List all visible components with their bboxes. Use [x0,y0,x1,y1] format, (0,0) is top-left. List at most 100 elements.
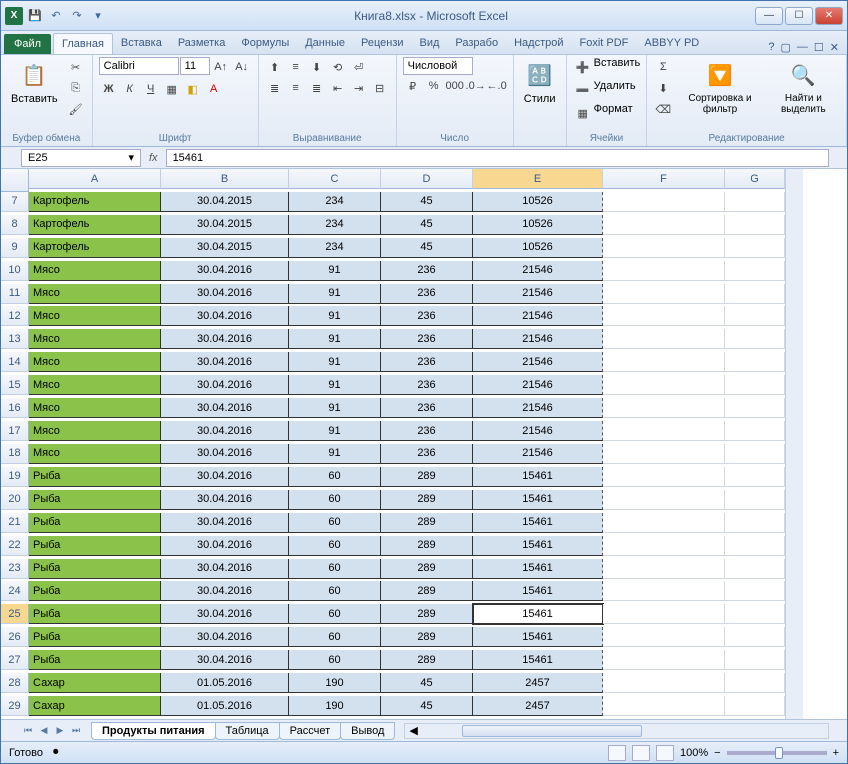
select-all-corner[interactable] [1,169,29,192]
sort-filter-button[interactable]: 🔽 Сортировка и фильтр [677,57,762,117]
find-select-button[interactable]: 🔍 Найти и выделить [767,57,840,117]
cell-B25[interactable]: 30.04.2016 [161,604,289,624]
cell-E20[interactable]: 15461 [473,490,603,510]
cell-C11[interactable]: 91 [289,284,381,304]
col-head-B[interactable]: B [161,169,289,189]
cell-A23[interactable]: Рыба [29,559,161,579]
cell-D28[interactable]: 45 [381,673,473,693]
autosum-icon[interactable]: Σ [653,57,673,77]
cell-D16[interactable]: 236 [381,398,473,418]
cell-A15[interactable]: Мясо [29,375,161,395]
row-head-22[interactable]: 22 [1,536,29,556]
cell-G29[interactable] [725,696,785,716]
cell-E22[interactable]: 15461 [473,536,603,556]
cell-D13[interactable]: 236 [381,329,473,349]
inc-decimal-icon[interactable]: .0→ [466,76,486,96]
cell-F20[interactable] [603,490,725,510]
cell-E21[interactable]: 15461 [473,513,603,533]
cell-A22[interactable]: Рыба [29,536,161,556]
cell-G14[interactable] [725,352,785,372]
cell-C23[interactable]: 60 [289,559,381,579]
cell-G22[interactable] [725,536,785,556]
percent-icon[interactable]: % [424,76,444,96]
cell-B20[interactable]: 30.04.2016 [161,490,289,510]
align-middle-icon[interactable]: ≡ [286,57,306,77]
cells-insert-button[interactable]: ➕Вставить [573,57,641,77]
italic-icon[interactable]: К [120,79,140,99]
name-box-dropdown-icon[interactable]: ▾ [128,151,134,164]
cell-G28[interactable] [725,673,785,693]
zoom-slider[interactable] [727,751,827,755]
align-left-icon[interactable]: ≣ [265,78,285,98]
cell-D21[interactable]: 289 [381,513,473,533]
cell-C22[interactable]: 60 [289,536,381,556]
row-head-23[interactable]: 23 [1,559,29,579]
cell-G13[interactable] [725,329,785,349]
row-head-9[interactable]: 9 [1,238,29,258]
cell-C16[interactable]: 91 [289,398,381,418]
cell-E12[interactable]: 21546 [473,306,603,326]
underline-icon[interactable]: Ч [141,79,161,99]
ribbon-tab-0[interactable]: Главная [53,33,113,54]
cell-A14[interactable]: Мясо [29,352,161,372]
cell-D10[interactable]: 236 [381,261,473,281]
zoom-thumb[interactable] [775,747,783,759]
cell-D15[interactable]: 236 [381,375,473,395]
cell-A21[interactable]: Рыба [29,513,161,533]
cell-F21[interactable] [603,513,725,533]
row-head-25[interactable]: 25 [1,604,29,624]
minimize-button[interactable]: — [755,7,783,25]
cells-delete-button[interactable]: ➖Удалить [573,80,636,100]
cell-E29[interactable]: 2457 [473,696,603,716]
cell-D14[interactable]: 236 [381,352,473,372]
cell-E16[interactable]: 21546 [473,398,603,418]
cell-B23[interactable]: 30.04.2016 [161,559,289,579]
ribbon-tab-10[interactable]: ABBYY PD [636,33,707,54]
cell-D29[interactable]: 45 [381,696,473,716]
cell-B14[interactable]: 30.04.2016 [161,352,289,372]
indent-inc-icon[interactable]: ⇥ [349,78,369,98]
cell-C25[interactable]: 60 [289,604,381,624]
cell-F9[interactable] [603,238,725,258]
paste-button[interactable]: 📋 Вставить [7,57,62,107]
row-head-20[interactable]: 20 [1,490,29,510]
ribbon-tab-4[interactable]: Данные [297,33,353,54]
cell-C15[interactable]: 91 [289,375,381,395]
col-head-E[interactable]: E [473,169,603,189]
cell-E26[interactable]: 15461 [473,627,603,647]
cell-G20[interactable] [725,490,785,510]
cell-D9[interactable]: 45 [381,238,473,258]
align-bottom-icon[interactable]: ⬇ [307,57,327,77]
doc-close-icon[interactable]: ✕ [830,41,839,54]
border-icon[interactable]: ▦ [162,79,182,99]
view-normal-icon[interactable] [608,745,626,761]
cell-G10[interactable] [725,261,785,281]
cell-A9[interactable]: Картофель [29,238,161,258]
cell-D23[interactable]: 289 [381,559,473,579]
cell-B18[interactable]: 30.04.2016 [161,444,289,464]
cell-D25[interactable]: 289 [381,604,473,624]
align-top-icon[interactable]: ⬆ [265,57,285,77]
col-head-C[interactable]: C [289,169,381,189]
maximize-button[interactable]: ☐ [785,7,813,25]
cell-A24[interactable]: Рыба [29,581,161,601]
cell-F22[interactable] [603,536,725,556]
sheet-last-icon[interactable]: ⏭ [69,724,83,738]
cell-B17[interactable]: 30.04.2016 [161,421,289,441]
cell-F13[interactable] [603,329,725,349]
sheet-prev-icon[interactable]: ◀ [37,724,51,738]
view-layout-icon[interactable] [632,745,650,761]
cell-C10[interactable]: 91 [289,261,381,281]
cell-B28[interactable]: 01.05.2016 [161,673,289,693]
cell-G23[interactable] [725,559,785,579]
cell-G9[interactable] [725,238,785,258]
cell-E23[interactable]: 15461 [473,559,603,579]
cell-D22[interactable]: 289 [381,536,473,556]
redo-icon[interactable]: ↷ [68,7,86,25]
ribbon-tab-2[interactable]: Разметка [170,33,234,54]
cell-A17[interactable]: Мясо [29,421,161,441]
cell-B11[interactable]: 30.04.2016 [161,284,289,304]
col-head-G[interactable]: G [725,169,785,189]
cell-G21[interactable] [725,513,785,533]
sheet-tab-3[interactable]: Вывод [340,722,395,740]
